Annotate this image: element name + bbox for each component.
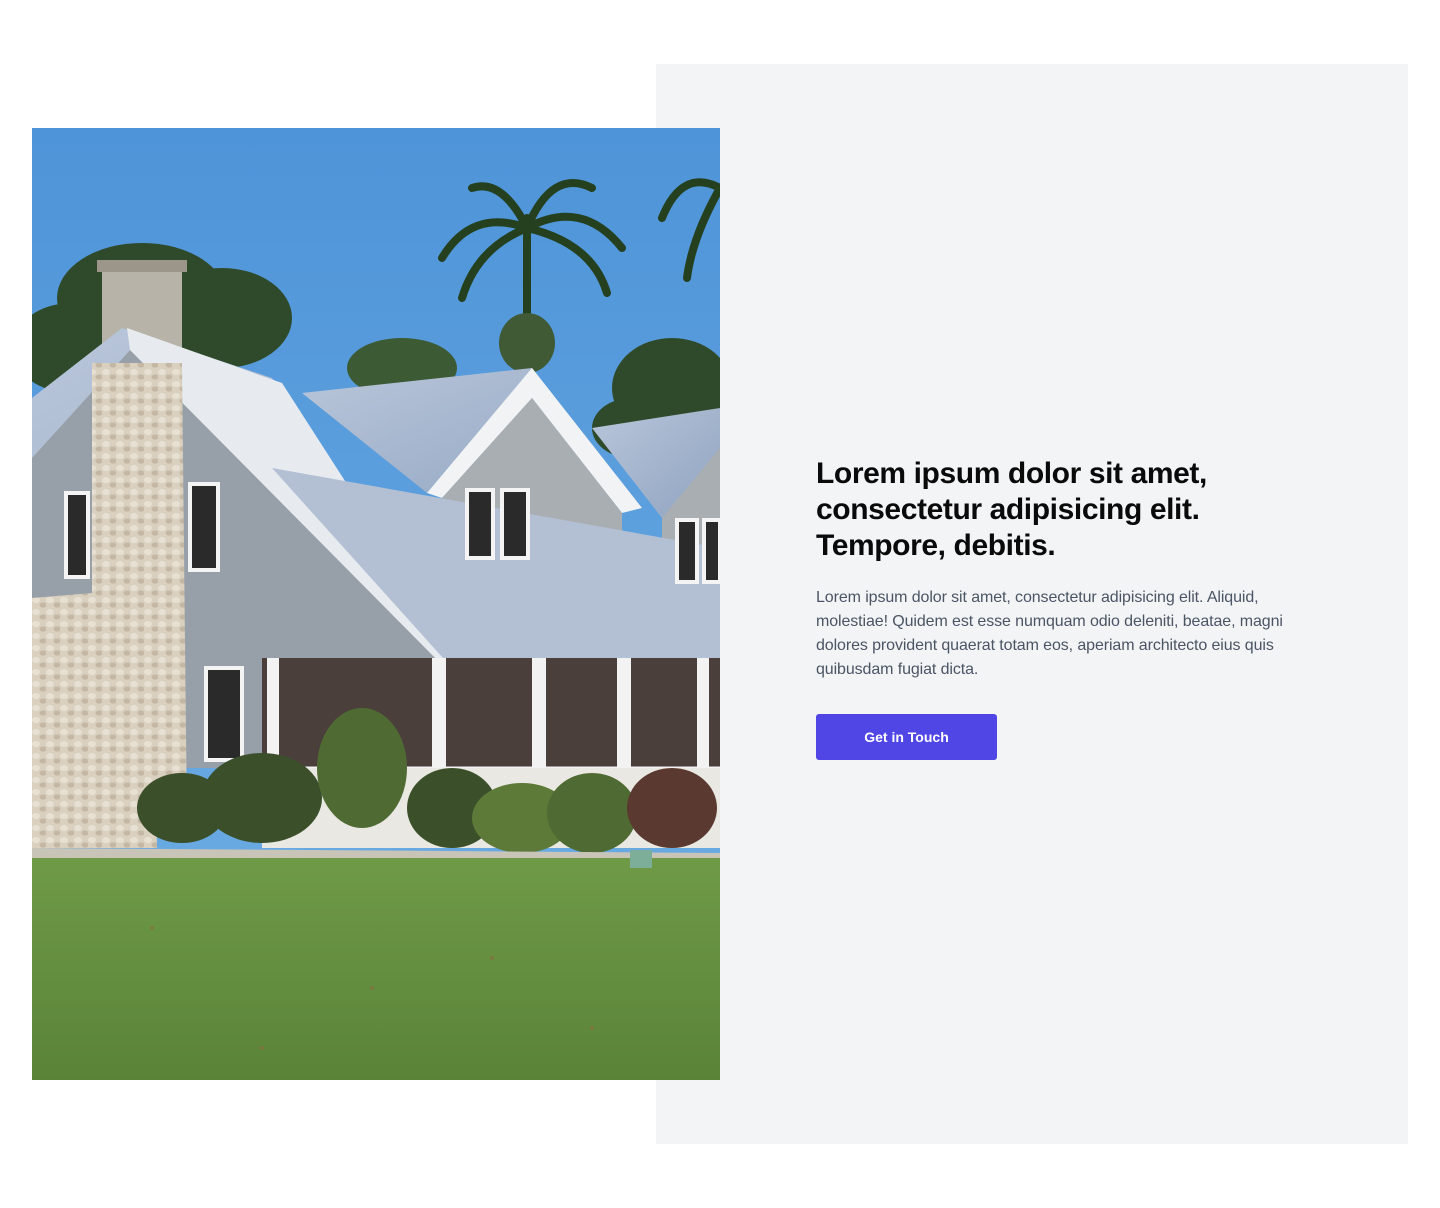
get-in-touch-button[interactable]: Get in Touch — [816, 714, 997, 760]
hero-section: Lorem ipsum dolor sit amet, consectetur … — [0, 0, 1440, 1208]
hero-description: Lorem ipsum dolor sit amet, consectetur … — [816, 589, 1283, 678]
hero-content: Lorem ipsum dolor sit amet, consectetur … — [816, 456, 1312, 760]
house-illustration — [32, 128, 720, 1080]
hero-image — [32, 128, 720, 1080]
hero-headline: Lorem ipsum dolor sit amet, consectetur … — [816, 457, 1207, 562]
